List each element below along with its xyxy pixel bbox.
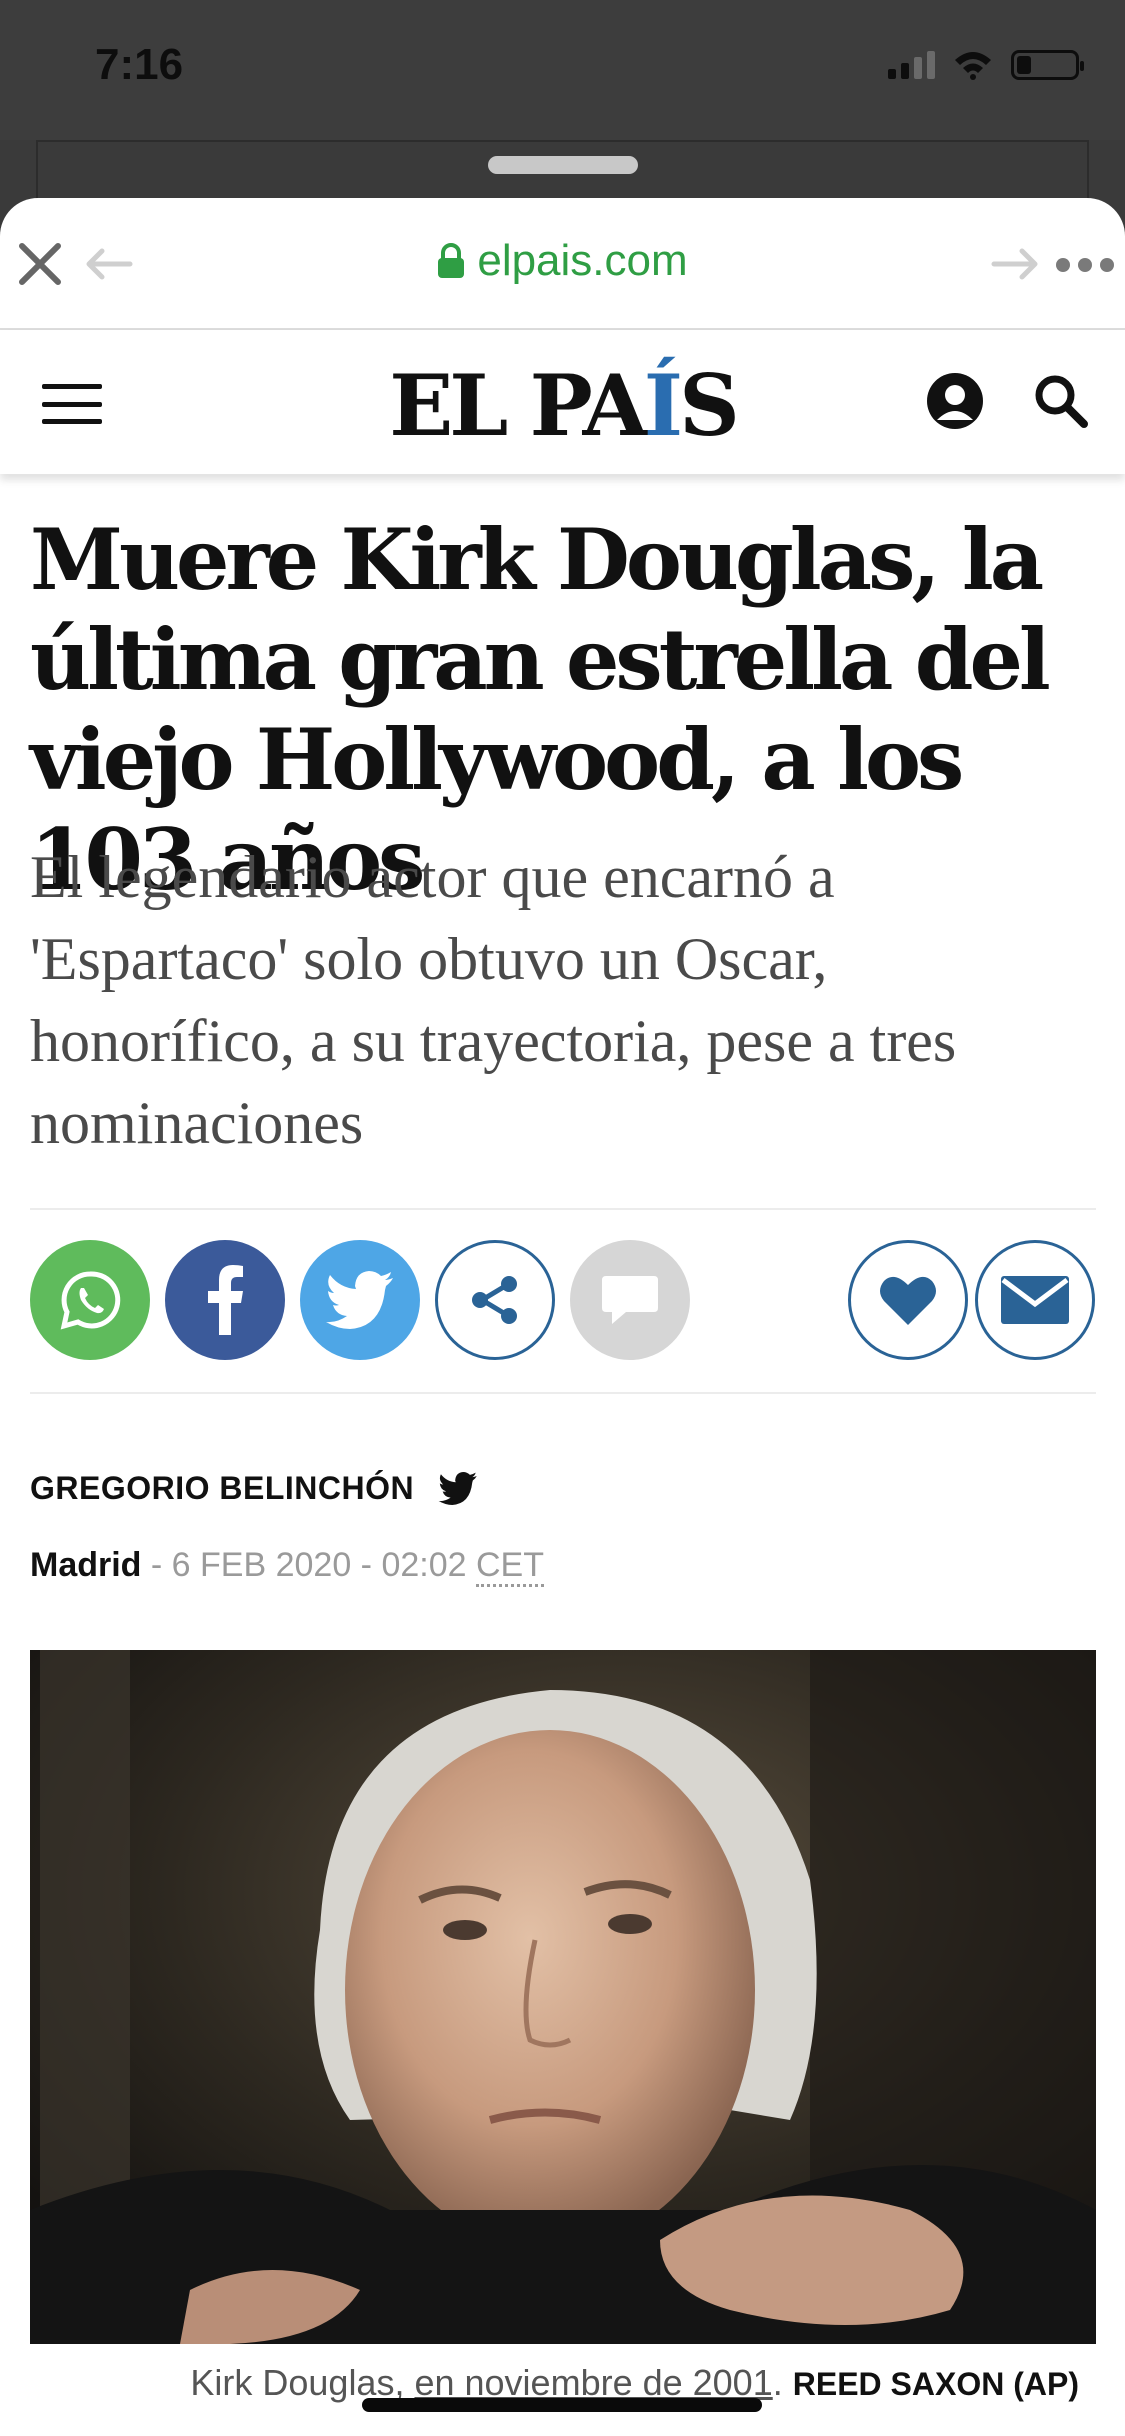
heart-icon — [880, 1276, 936, 1325]
dateline-date: 6 FEB 2020 - 02:02 — [171, 1546, 467, 1584]
twitter-icon[interactable] — [438, 1472, 478, 1505]
battery-icon — [1011, 50, 1084, 80]
article-photo[interactable] — [30, 1650, 1096, 2344]
facebook-icon — [208, 1265, 243, 1335]
facebook-share-button[interactable] — [165, 1240, 285, 1360]
status-bar: 7:16 — [0, 0, 1125, 140]
divider — [30, 1392, 1096, 1394]
dateline: Madrid - 6 FEB 2020 - 02:02 CET — [30, 1546, 544, 1587]
article-subheadline: El legendario actor que encarnó a 'Espar… — [30, 844, 957, 1156]
comment-icon — [602, 1276, 658, 1324]
browser-toolbar: elpais.com — [0, 198, 1125, 330]
author-name[interactable]: GREGORIO BELINCHÓN — [30, 1470, 414, 1507]
url-bar[interactable]: elpais.com — [0, 236, 1125, 286]
wifi-icon — [955, 52, 991, 80]
favorite-button[interactable] — [848, 1240, 968, 1360]
share-icon — [472, 1276, 517, 1324]
timezone[interactable]: CET — [476, 1546, 544, 1587]
lock-icon — [438, 243, 465, 278]
home-indicator[interactable] — [362, 2398, 762, 2412]
status-icons — [888, 50, 1084, 80]
signal-icon — [888, 51, 935, 79]
url-text: elpais.com — [477, 236, 688, 285]
sheet-grabber[interactable] — [488, 156, 638, 174]
status-time: 7:16 — [95, 40, 184, 89]
caption-link[interactable]: en noviembre de 2001 — [414, 2362, 772, 2403]
twitter-icon — [326, 1271, 393, 1329]
comments-button[interactable] — [570, 1240, 690, 1360]
envelope-icon — [1001, 1276, 1069, 1324]
more-options-icon[interactable] — [1056, 258, 1114, 272]
dateline-city: Madrid — [30, 1546, 142, 1584]
forward-arrow-icon[interactable] — [990, 246, 1040, 282]
share-button[interactable] — [435, 1240, 555, 1360]
site-header: EL PAÍS — [0, 330, 1125, 474]
author-byline[interactable]: GREGORIO BELINCHÓN — [30, 1470, 478, 1507]
portrait-photo — [30, 1650, 1096, 2344]
whatsapp-icon — [60, 1271, 121, 1330]
twitter-share-button[interactable] — [300, 1240, 420, 1360]
photo-credit: REED SAXON (AP) — [792, 2366, 1079, 2402]
divider — [30, 1208, 1096, 1210]
user-icon[interactable] — [924, 370, 986, 432]
search-icon[interactable] — [1030, 370, 1092, 432]
whatsapp-share-button[interactable] — [30, 1240, 150, 1360]
email-share-button[interactable] — [975, 1240, 1095, 1360]
